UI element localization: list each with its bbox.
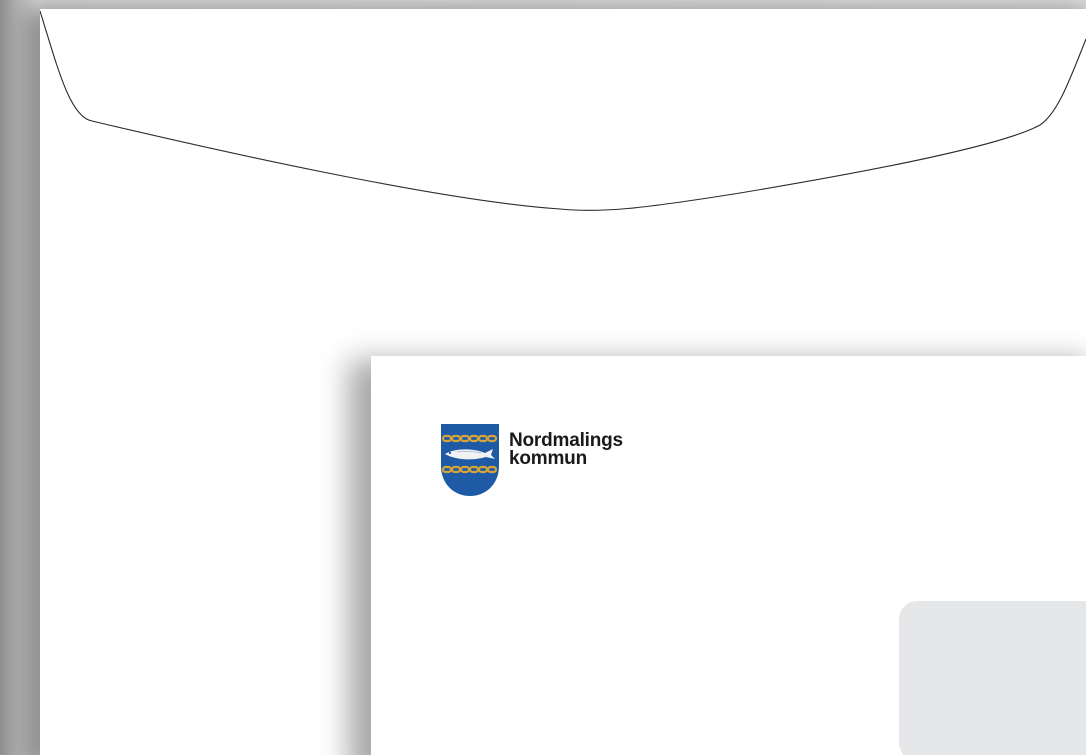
- envelope-flap-line: [40, 10, 1086, 211]
- mockup-stage: Nordmalings kommun: [0, 0, 1086, 755]
- brand-logo: Nordmalings kommun: [441, 424, 623, 496]
- brand-wordmark: Nordmalings kommun: [509, 431, 623, 469]
- address-window: [899, 601, 1086, 755]
- envelope-front: Nordmalings kommun: [371, 356, 1086, 755]
- coat-of-arms-pike-icon: [441, 424, 499, 496]
- brand-name-line2: kommun: [509, 448, 587, 469]
